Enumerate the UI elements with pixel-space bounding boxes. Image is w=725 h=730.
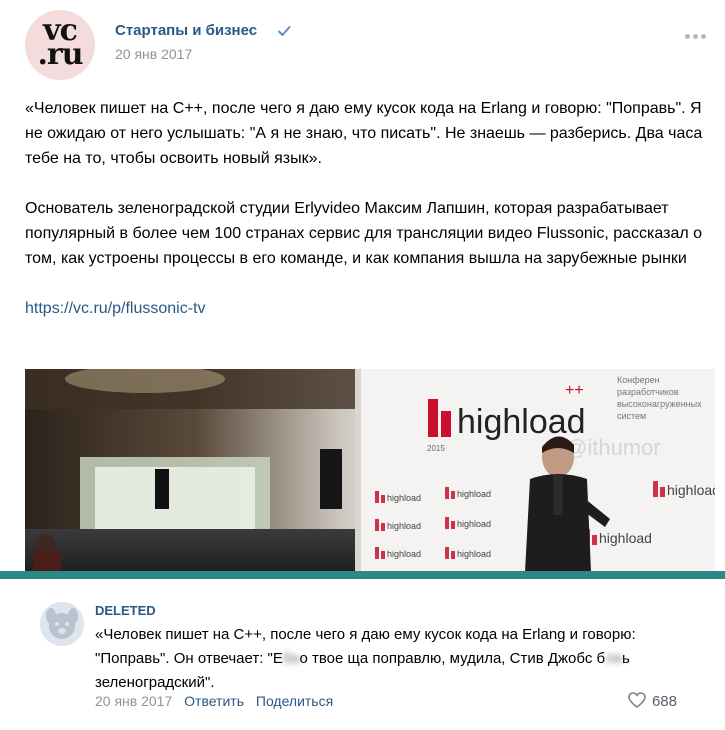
watermark-text: @ithumor	[565, 435, 661, 460]
comment-footer: 20 янв 2017 Ответить Поделиться	[95, 693, 333, 709]
deleted-user-avatar-icon[interactable]	[40, 602, 84, 646]
photo-accent-bar	[0, 571, 725, 579]
censored-word-1: ба	[282, 650, 300, 667]
post-paragraph-quote: «Человек пишет на C++, после чего я даю …	[25, 100, 703, 167]
svg-text:разработчиков: разработчиков	[617, 387, 679, 397]
verified-icon	[278, 26, 291, 36]
post-header: vc .ru Стартапы и бизнес 20 янв 2017	[0, 0, 725, 90]
svg-text:highload: highload	[457, 489, 491, 499]
comment: DELETED «Человек пишет на C++, после чег…	[0, 590, 725, 730]
svg-text:highload: highload	[457, 519, 491, 529]
svg-text:систем: систем	[617, 411, 646, 421]
post-link[interactable]: https://vc.ru/p/flussonic-tv	[25, 300, 206, 317]
svg-text:highload: highload	[457, 549, 491, 559]
svg-text:highload: highload	[387, 549, 421, 559]
like-button[interactable]: 688	[628, 692, 677, 710]
like-count: 688	[651, 693, 677, 710]
svg-text:highload: highload	[599, 530, 652, 546]
comment-author[interactable]: DELETED	[95, 603, 156, 618]
comment-date[interactable]: 20 янв 2017	[95, 693, 172, 709]
heart-icon	[628, 692, 646, 708]
reply-button[interactable]: Ответить	[184, 693, 244, 709]
svg-text:highload: highload	[387, 493, 421, 503]
comment-text: «Человек пишет на C++, после чего я даю …	[95, 626, 636, 691]
highload-logo-plus: ++	[565, 382, 584, 399]
share-button[interactable]: Поделиться	[256, 693, 333, 709]
post-paragraph-description: Основатель зеленоградской студии Erlyvid…	[25, 200, 703, 267]
group-name[interactable]: Стартапы и бизнес	[115, 22, 257, 39]
post-text: «Человек пишет на C++, после чего я даю …	[25, 96, 705, 346]
more-options-icon[interactable]	[685, 26, 709, 39]
group-avatar[interactable]: vc .ru	[25, 10, 95, 80]
post-date[interactable]: 20 янв 2017	[115, 46, 192, 62]
highload-logo-year: 2015	[427, 444, 445, 453]
svg-text:highload: highload	[667, 482, 715, 498]
avatar-logo-line-2: .ru	[37, 37, 83, 72]
svg-text:высоконагруженных: высоконагруженных	[617, 399, 702, 409]
post-photo[interactable]: highload ++ 2015 Конферен разработчиков …	[25, 369, 715, 572]
svg-text:highload: highload	[387, 521, 421, 531]
censored-word-2: ля	[605, 650, 622, 667]
svg-text:Конферен: Конферен	[617, 375, 660, 385]
